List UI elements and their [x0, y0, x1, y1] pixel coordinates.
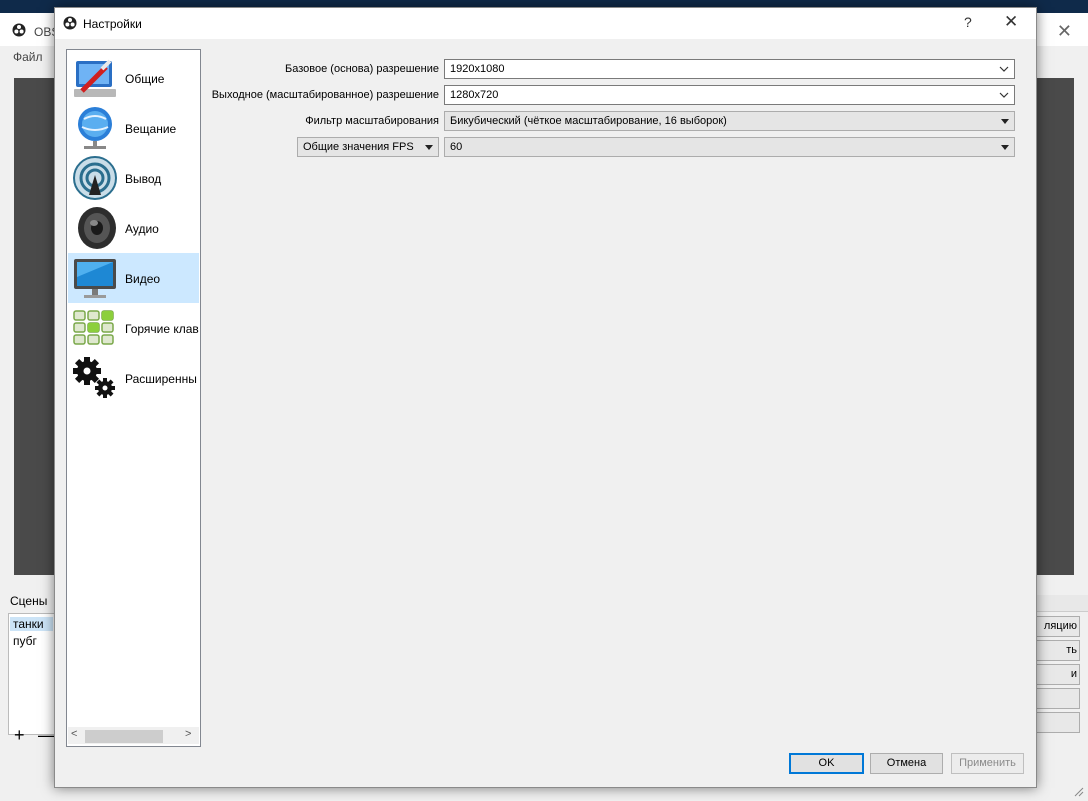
controls-button[interactable]: и — [1036, 664, 1080, 685]
controls-header — [1036, 595, 1088, 612]
sidebar-item-general[interactable]: Общие — [68, 53, 199, 103]
monitor-icon — [74, 259, 116, 298]
settings-sidebar: Общие Вещание Вывод Аудио Видео Горячие … — [66, 49, 201, 747]
base-resolution-combo[interactable]: 1920x1080 — [444, 59, 1015, 79]
fps-value-select[interactable]: 60 — [444, 137, 1015, 157]
dialog-titlebar: Настройки ? ✕ — [55, 8, 1036, 39]
chevron-down-icon — [999, 66, 1009, 72]
controls-button-label: ляцию — [1043, 620, 1077, 632]
downscale-filter-value: Бикубический (чёткое масштабирование, 16… — [450, 115, 727, 127]
sidebar-item-advanced[interactable]: Расширенны — [68, 353, 199, 403]
speaker-icon — [78, 207, 116, 249]
sidebar-item-label: Общие — [125, 72, 165, 86]
hotkeys-keyboard-icon — [73, 310, 114, 345]
output-resolution-combo[interactable]: 1280x720 — [444, 85, 1015, 105]
output-resolution-value: 1280x720 — [450, 89, 499, 101]
sidebar-item-label: Вывод — [125, 172, 162, 186]
sidebar-horizontal-scrollbar[interactable]: < > — [68, 727, 199, 744]
sidebar-item-label: Видео — [125, 272, 161, 286]
controls-panel: ляцию ть и — [1036, 595, 1088, 801]
sidebar-item-label: Расширенны — [125, 372, 197, 386]
cancel-button[interactable]: Отмена — [870, 753, 943, 774]
sidebar-item-label: Горячие клав — [125, 322, 199, 336]
help-icon[interactable]: ? — [964, 14, 972, 30]
scroll-left-icon[interactable]: < — [71, 728, 77, 740]
obs-logo-icon — [12, 23, 26, 37]
main-close-icon[interactable]: ✕ — [1057, 21, 1072, 42]
controls-button[interactable]: ляцию — [1036, 616, 1080, 637]
close-icon[interactable]: ✕ — [1004, 12, 1018, 32]
menu-file[interactable]: Файл — [13, 50, 43, 64]
output-antenna-icon — [73, 156, 117, 200]
dialog-title: Настройки — [83, 17, 142, 31]
controls-button[interactable] — [1036, 688, 1080, 709]
scene-item[interactable]: пубг — [13, 634, 37, 648]
scroll-right-icon[interactable]: > — [185, 728, 191, 740]
add-scene-icon[interactable]: + — [14, 725, 25, 746]
dropdown-arrow-icon — [1001, 145, 1009, 150]
sidebar-item-broadcast[interactable]: Вещание — [68, 103, 199, 153]
sidebar-item-video[interactable]: Видео — [68, 253, 199, 303]
scrollbar-thumb[interactable] — [85, 730, 163, 743]
resize-grip-icon[interactable] — [1074, 787, 1084, 797]
dropdown-arrow-icon — [425, 145, 433, 150]
sidebar-item-label: Вещание — [125, 122, 177, 136]
downscale-filter-select[interactable]: Бикубический (чёткое масштабирование, 16… — [444, 111, 1015, 131]
obs-logo-icon — [63, 16, 77, 30]
base-resolution-value: 1920x1080 — [450, 63, 505, 75]
controls-button-label: ть — [1066, 644, 1077, 656]
chevron-down-icon — [999, 92, 1009, 98]
dropdown-arrow-icon — [1001, 119, 1009, 124]
fps-type-value: Общие значения FPS — [303, 141, 414, 153]
broadcast-globe-icon — [78, 107, 112, 149]
downscale-filter-label: Фильтр масштабирования — [305, 115, 439, 127]
advanced-gears-icon — [73, 357, 115, 398]
general-settings-icon — [74, 59, 116, 97]
fps-value: 60 — [450, 141, 463, 153]
apply-button[interactable]: Применить — [951, 753, 1024, 774]
scenes-label: Сцены — [10, 594, 48, 608]
controls-button[interactable]: ть — [1036, 640, 1080, 661]
sidebar-item-audio[interactable]: Аудио — [68, 203, 199, 253]
sidebar-item-hotkeys[interactable]: Горячие клав — [68, 303, 199, 353]
sidebar-item-output[interactable]: Вывод — [68, 153, 199, 203]
fps-type-select[interactable]: Общие значения FPS — [297, 137, 439, 157]
controls-button[interactable] — [1036, 712, 1080, 733]
output-resolution-label: Выходное (масштабированное) разрешение — [211, 89, 439, 101]
scene-item[interactable]: танки — [10, 617, 53, 631]
ok-button[interactable]: OK — [789, 753, 864, 774]
scenes-list: танки пубг — [8, 613, 60, 735]
settings-dialog: Настройки ? ✕ Общие Вещание Вывод Аудио … — [54, 7, 1037, 788]
controls-button-label: и — [1070, 668, 1077, 680]
base-resolution-label: Базовое (основа) разрешение — [285, 63, 439, 75]
sidebar-item-label: Аудио — [125, 222, 159, 236]
